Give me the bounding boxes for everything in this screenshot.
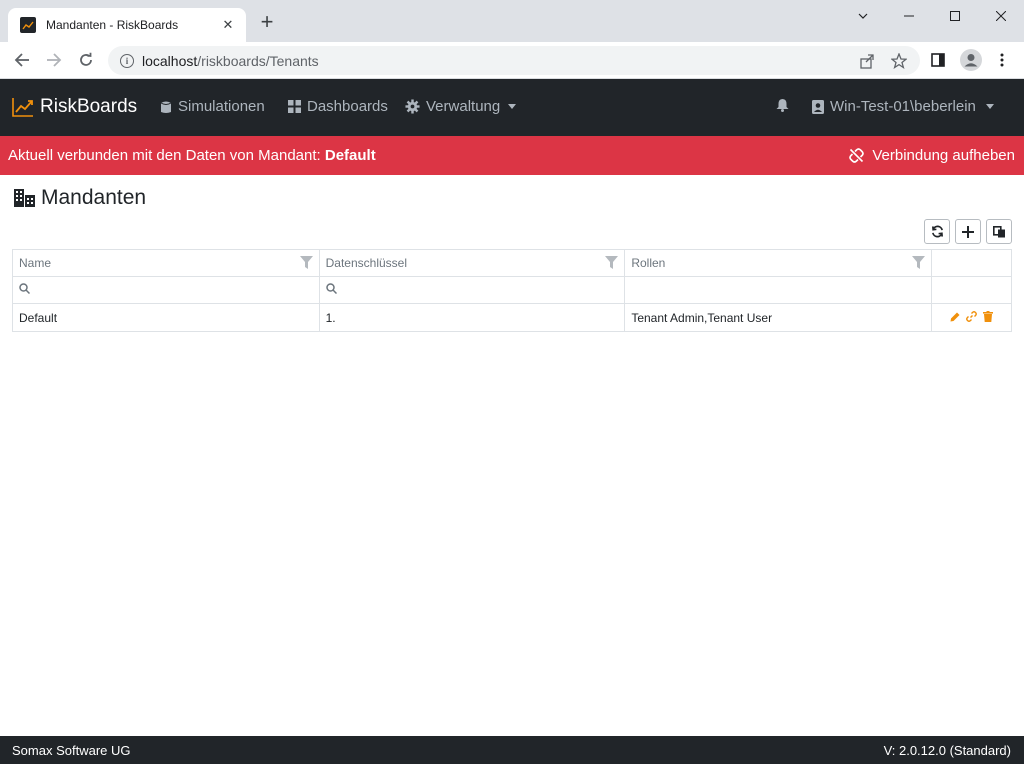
edit-pencil-icon[interactable] (950, 311, 960, 325)
add-tenant-button[interactable] (955, 219, 981, 244)
refresh-icon (931, 225, 943, 238)
alert-tenant-name: Default (324, 147, 376, 164)
chart-line-icon (12, 98, 33, 117)
copy-icon (992, 225, 1005, 237)
column-header-label: Datenschlüssel (325, 256, 407, 270)
nav-dashboards-label: Dashboards (307, 98, 388, 115)
table-row[interactable]: Default 1. Tenant Admin,Tenant User (12, 303, 1013, 332)
delete-trash-icon[interactable] (983, 310, 993, 325)
filter-cell-actions (930, 276, 1013, 304)
column-header-roles[interactable]: Rollen (624, 249, 932, 277)
caret-down-icon (508, 104, 517, 109)
plus-icon (962, 225, 974, 238)
user-name: Win-Test-01\beberlein (830, 98, 976, 115)
gear-icon (405, 99, 420, 114)
browser-menu-icon[interactable] (993, 51, 1011, 69)
tenants-grid: Name Datenschlüssel Rollen Default 1. Te… (12, 249, 1013, 332)
nav-simulationen-label: Simulationen (178, 98, 265, 115)
grid-header-row: Name Datenschlüssel Rollen (12, 249, 1013, 277)
bell-icon[interactable] (776, 98, 789, 117)
nav-verwaltung-dropdown[interactable]: Verwaltung (405, 98, 517, 115)
unlink-icon (849, 148, 865, 163)
filter-cell-key[interactable] (318, 276, 626, 304)
column-header-actions (930, 249, 1013, 277)
link-icon[interactable] (966, 310, 977, 325)
nav-dashboards[interactable]: Dashboards (288, 98, 388, 115)
filter-icon[interactable] (911, 256, 925, 272)
browser-tab[interactable]: Mandanten - RiskBoards ✕ (8, 8, 246, 42)
file-icon (160, 100, 172, 114)
window-close-icon[interactable] (978, 0, 1024, 32)
profile-avatar-icon[interactable] (960, 49, 982, 71)
export-button[interactable] (986, 219, 1012, 244)
column-header-name[interactable]: Name (12, 249, 320, 277)
minimize-icon[interactable] (886, 0, 932, 32)
page-title: Mandanten (14, 186, 146, 210)
new-tab-icon[interactable]: + (256, 11, 278, 34)
footer-company: Somax Software UG (12, 743, 131, 758)
brand-link[interactable]: RiskBoards (12, 96, 137, 118)
cell-key: 1. (318, 303, 626, 332)
alert-message: Aktuell verbunden mit den Daten von Mand… (8, 147, 376, 164)
reload-icon[interactable] (76, 50, 96, 70)
filter-icon[interactable] (605, 256, 619, 272)
column-header-key[interactable]: Datenschlüssel (318, 249, 626, 277)
filter-cell-roles (624, 276, 932, 304)
building-icon (14, 189, 35, 207)
tab-close-icon[interactable]: ✕ (220, 17, 236, 33)
refresh-button[interactable] (924, 219, 950, 244)
nav-verwaltung-label: Verwaltung (426, 98, 501, 115)
riskboards-favicon (20, 17, 36, 33)
app-footer: Somax Software UG V: 2.0.12.0 (Standard) (0, 736, 1024, 764)
nav-simulationen[interactable]: Simulationen (160, 98, 265, 115)
tab-title: Mandanten - RiskBoards (46, 18, 179, 32)
back-arrow-icon[interactable] (12, 50, 32, 70)
disconnect-link[interactable]: Verbindung aufheben (849, 147, 1015, 164)
browser-tabstrip: Mandanten - RiskBoards ✕ + (0, 0, 1024, 42)
search-icon (325, 283, 337, 294)
site-info-icon[interactable]: i (120, 53, 134, 68)
share-icon[interactable] (859, 53, 875, 69)
column-header-label: Rollen (631, 256, 666, 270)
search-icon (19, 283, 30, 294)
url-host: localhost (142, 52, 198, 69)
browser-toolbar: i localhost/riskboards/Tenants (0, 42, 1024, 79)
cell-roles: Tenant Admin,Tenant User (624, 303, 932, 332)
address-bar[interactable]: i localhost/riskboards/Tenants (108, 46, 920, 75)
filter-cell-name[interactable] (12, 276, 320, 304)
cell-actions (930, 303, 1013, 332)
cell-name: Default (12, 303, 320, 332)
page-title-text: Mandanten (41, 186, 147, 209)
alert-prefix: Aktuell verbunden mit den Daten von Mand… (8, 147, 325, 164)
column-header-label: Name (19, 256, 52, 270)
user-menu-dropdown[interactable]: Win-Test-01\beberlein (812, 98, 994, 115)
user-badge-icon (812, 99, 824, 114)
tenant-connection-alert: Aktuell verbunden mit den Daten von Mand… (0, 136, 1024, 175)
url-path: /riskboards/Tenants (197, 52, 319, 69)
disconnect-label: Verbindung aufheben (872, 147, 1015, 164)
forward-arrow-icon[interactable] (44, 50, 64, 70)
grid-filter-row (12, 276, 1013, 304)
footer-version: V: 2.0.12.0 (Standard) (883, 743, 1011, 758)
brand-text: RiskBoards (40, 96, 138, 117)
bookmark-star-icon[interactable] (891, 53, 907, 69)
maximize-icon[interactable] (932, 0, 978, 32)
caret-down-icon (985, 104, 994, 109)
filter-icon[interactable] (299, 256, 313, 272)
app-navbar: RiskBoards Simulationen Dashboards Verwa… (0, 79, 1024, 136)
tab-search-chevron-icon[interactable] (840, 0, 886, 32)
grid-icon (288, 100, 301, 113)
side-panel-icon[interactable] (929, 51, 947, 69)
